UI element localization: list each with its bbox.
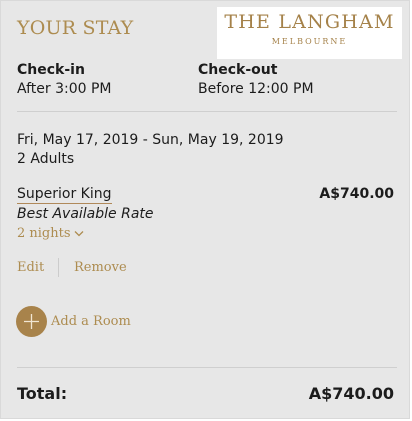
check-out-label: Check-out — [198, 62, 278, 78]
check-out-value: Before 12:00 PM — [198, 81, 314, 97]
logo-name: THE LANGHAM — [224, 11, 395, 33]
nights-toggle[interactable]: 2 nights — [17, 226, 84, 241]
divider — [17, 111, 397, 112]
logo-city: MELBOURNE — [271, 37, 348, 46]
remove-room-link[interactable]: Remove — [74, 260, 127, 275]
check-in-value: After 3:00 PM — [17, 81, 112, 97]
chevron-down-icon — [74, 227, 84, 240]
stay-dates: Fri, May 17, 2019 - Sun, May 19, 2019 — [17, 132, 284, 148]
room-rate: Best Available Rate — [17, 206, 154, 222]
add-room-label[interactable]: Add a Room — [51, 314, 131, 329]
link-separator — [58, 258, 59, 277]
total-value: A$740.00 — [308, 384, 394, 403]
add-room-button[interactable] — [16, 306, 47, 337]
nights-label: 2 nights — [17, 226, 71, 241]
room-price: A$740.00 — [319, 186, 394, 202]
your-stay-panel: YOUR STAY THE LANGHAM MELBOURNE Check-in… — [0, 0, 410, 419]
total-label: Total: — [17, 384, 68, 403]
guest-count: 2 Adults — [17, 151, 75, 167]
panel-title: YOUR STAY — [17, 17, 134, 39]
hotel-logo: THE LANGHAM MELBOURNE — [217, 7, 402, 59]
edit-room-link[interactable]: Edit — [17, 260, 44, 275]
divider — [17, 367, 397, 368]
room-name-link[interactable]: Superior King — [17, 186, 112, 204]
check-in-label: Check-in — [17, 62, 85, 78]
plus-icon — [24, 314, 39, 329]
